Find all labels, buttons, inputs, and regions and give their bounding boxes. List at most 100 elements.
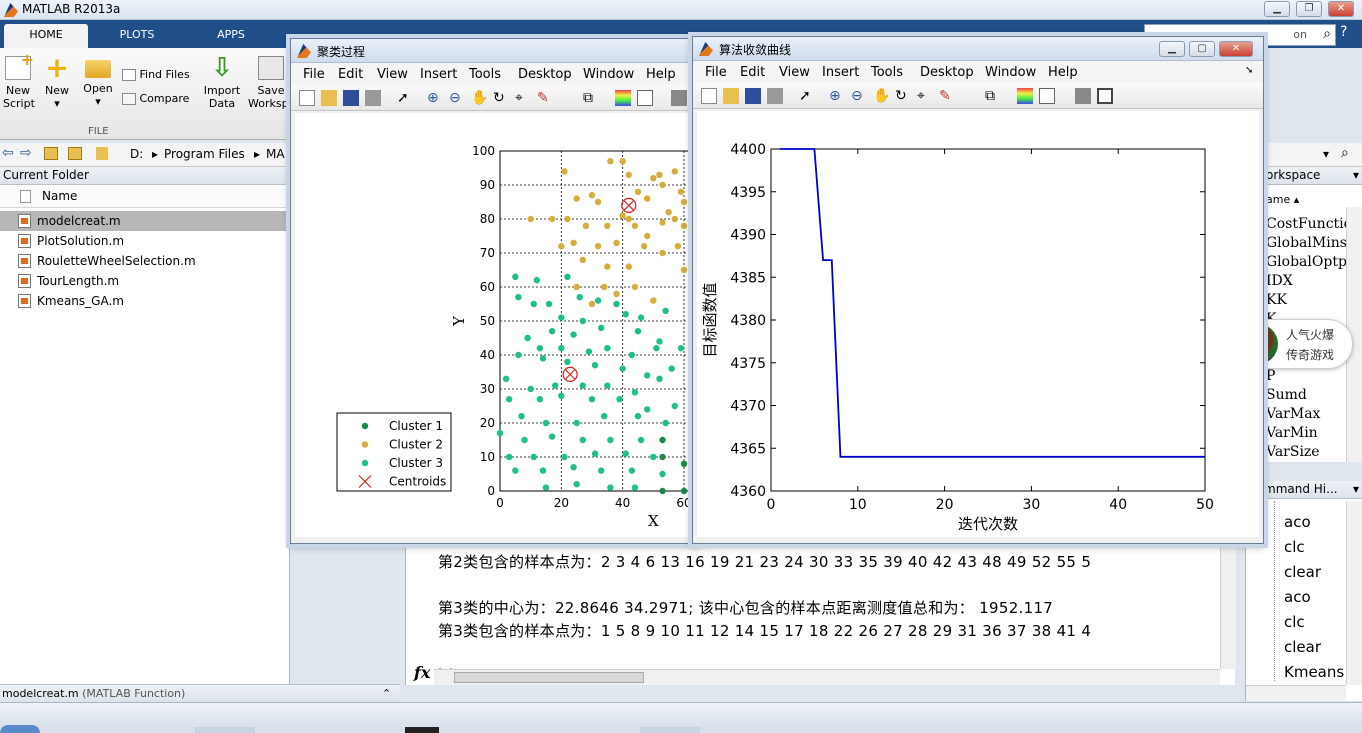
pan-hand-icon[interactable]: ✋ — [471, 90, 488, 106]
help-icon[interactable]: ? — [1340, 24, 1360, 46]
find-files-button[interactable]: Find Files — [122, 68, 192, 81]
workspace-column[interactable]: ame ▴ — [1266, 193, 1346, 206]
menu-tools[interactable]: Tools — [871, 65, 903, 80]
open-button[interactable]: Open ▾ — [82, 56, 114, 108]
rotate-icon[interactable]: ↻ — [493, 90, 509, 106]
history-item[interactable]: clear — [1284, 563, 1321, 581]
file-item[interactable]: modelcreat.m — [0, 211, 290, 231]
show-tools-icon[interactable] — [1097, 88, 1113, 104]
hide-tools-icon[interactable] — [671, 90, 687, 106]
close-button[interactable]: ✕ — [1328, 1, 1354, 17]
file-item[interactable]: RouletteWheelSelection.m — [0, 251, 290, 271]
data-cursor-icon[interactable]: ⌖ — [515, 90, 531, 106]
data-cursor-icon[interactable]: ⌖ — [917, 88, 933, 104]
zoom-out-icon[interactable]: ⊖ — [449, 90, 465, 106]
name-column-header[interactable]: Name — [0, 186, 290, 208]
file-item[interactable]: PlotSolution.m — [0, 231, 290, 251]
forward-icon[interactable]: ⇨ — [20, 145, 32, 161]
variable-item[interactable]: Sumd — [1266, 387, 1307, 403]
command-window[interactable]: 第2类包含的样本点为：2 3 4 6 13 16 19 21 23 24 30 … — [405, 545, 1236, 685]
variable-item[interactable]: IDX — [1266, 273, 1293, 289]
zoom-in-icon[interactable]: ⊕ — [427, 90, 443, 106]
menu-window[interactable]: Window — [583, 67, 634, 82]
path-dropdown[interactable]: ▾ ⌕ — [1265, 143, 1362, 167]
panel-menu-icon[interactable]: ▾ — [1353, 481, 1359, 498]
link-icon[interactable]: ⧉ — [985, 88, 1001, 104]
chevron-down-icon[interactable]: ▾ — [1323, 147, 1329, 161]
menu-edit[interactable]: Edit — [338, 67, 363, 82]
brush-icon[interactable]: ✎ — [939, 88, 955, 104]
search-icon[interactable]: ⌕ — [1341, 145, 1349, 161]
open-file-icon[interactable] — [723, 88, 739, 104]
path-segment[interactable]: D: — [130, 147, 143, 161]
dock-arrow-icon[interactable]: ➘ — [1245, 65, 1253, 76]
taskbar-item[interactable] — [640, 727, 700, 733]
variable-item[interactable]: VarMin — [1266, 425, 1318, 441]
path-segment[interactable]: MA — [266, 147, 285, 161]
tab-home[interactable]: HOME — [4, 24, 88, 48]
path-segment[interactable]: Program Files — [164, 147, 245, 161]
pointer-icon[interactable]: ➚ — [799, 88, 815, 104]
brush-icon[interactable]: ✎ — [537, 90, 553, 106]
history-item[interactable]: aco — [1284, 513, 1311, 531]
history-item[interactable]: Kmeans — [1284, 663, 1344, 681]
variable-item[interactable]: GlobalMins — [1266, 235, 1347, 251]
history-item[interactable]: clear — [1284, 638, 1321, 656]
chevron-up-icon[interactable]: ⌃ — [382, 685, 391, 702]
panel-menu-icon[interactable]: ▾ — [1353, 167, 1359, 184]
menu-desktop[interactable]: Desktop — [920, 65, 974, 80]
compare-button[interactable]: Compare — [122, 92, 192, 105]
close-button[interactable]: ✕ — [1219, 41, 1253, 57]
variable-item[interactable]: VarMax — [1266, 406, 1320, 422]
history-item[interactable]: clc — [1284, 613, 1305, 631]
menu-desktop[interactable]: Desktop — [518, 67, 572, 82]
history-item[interactable]: aco — [1284, 588, 1311, 606]
file-item[interactable]: TourLength.m — [0, 271, 290, 291]
zoom-out-icon[interactable]: ⊖ — [851, 88, 867, 104]
rotate-icon[interactable]: ↻ — [895, 88, 911, 104]
menu-view[interactable]: View — [377, 67, 408, 82]
save-workspace-button[interactable]: Save Workspa — [248, 56, 294, 110]
minimize-button[interactable]: ▁ — [1264, 1, 1290, 17]
menu-file[interactable]: File — [303, 67, 325, 82]
new-button[interactable]: + New ▾ — [42, 54, 72, 111]
legend-icon[interactable] — [637, 90, 653, 106]
menu-insert[interactable]: Insert — [822, 65, 859, 80]
print-icon[interactable] — [767, 88, 783, 104]
pan-hand-icon[interactable]: ✋ — [873, 88, 890, 104]
colorbar-icon[interactable] — [1017, 88, 1033, 104]
vertical-scrollbar[interactable] — [1346, 501, 1362, 685]
search-icon[interactable]: ⌕ — [1323, 26, 1331, 42]
zoom-in-icon[interactable]: ⊕ — [829, 88, 845, 104]
save-icon[interactable] — [343, 90, 359, 106]
tab-plots[interactable]: PLOTS — [92, 24, 182, 48]
menu-tools[interactable]: Tools — [469, 67, 501, 82]
menu-edit[interactable]: Edit — [740, 65, 765, 80]
menu-help[interactable]: Help — [1048, 65, 1078, 80]
save-icon[interactable] — [745, 88, 761, 104]
menu-view[interactable]: View — [779, 65, 810, 80]
open-file-icon[interactable] — [321, 90, 337, 106]
menu-window[interactable]: Window — [985, 65, 1036, 80]
colorbar-icon[interactable] — [615, 90, 631, 106]
minimize-button[interactable]: ▁ — [1159, 41, 1185, 57]
vertical-scrollbar[interactable] — [1220, 545, 1236, 669]
taskbar-item[interactable] — [405, 727, 439, 733]
variable-item[interactable]: GlobalOptpo — [1266, 254, 1355, 270]
taskbar-item[interactable] — [195, 727, 255, 733]
new-figure-icon[interactable] — [701, 88, 717, 104]
variable-item[interactable]: VarSize — [1266, 444, 1320, 460]
menu-help[interactable]: Help — [646, 67, 676, 82]
horizontal-scrollbar[interactable] — [434, 669, 1220, 685]
tab-apps[interactable]: APPS — [186, 24, 276, 48]
restore-button[interactable]: ❐ — [1296, 1, 1322, 17]
pointer-icon[interactable]: ➚ — [397, 90, 413, 106]
scroll-thumb[interactable] — [454, 672, 644, 683]
new-figure-icon[interactable] — [299, 90, 315, 106]
up-folder-icon[interactable] — [44, 147, 58, 160]
variable-item[interactable]: KK — [1266, 292, 1287, 308]
menu-insert[interactable]: Insert — [420, 67, 457, 82]
back-icon[interactable]: ⇦ — [2, 145, 14, 161]
import-data-button[interactable]: ⇩ Import Data — [202, 55, 242, 110]
legend-icon[interactable] — [1039, 88, 1055, 104]
